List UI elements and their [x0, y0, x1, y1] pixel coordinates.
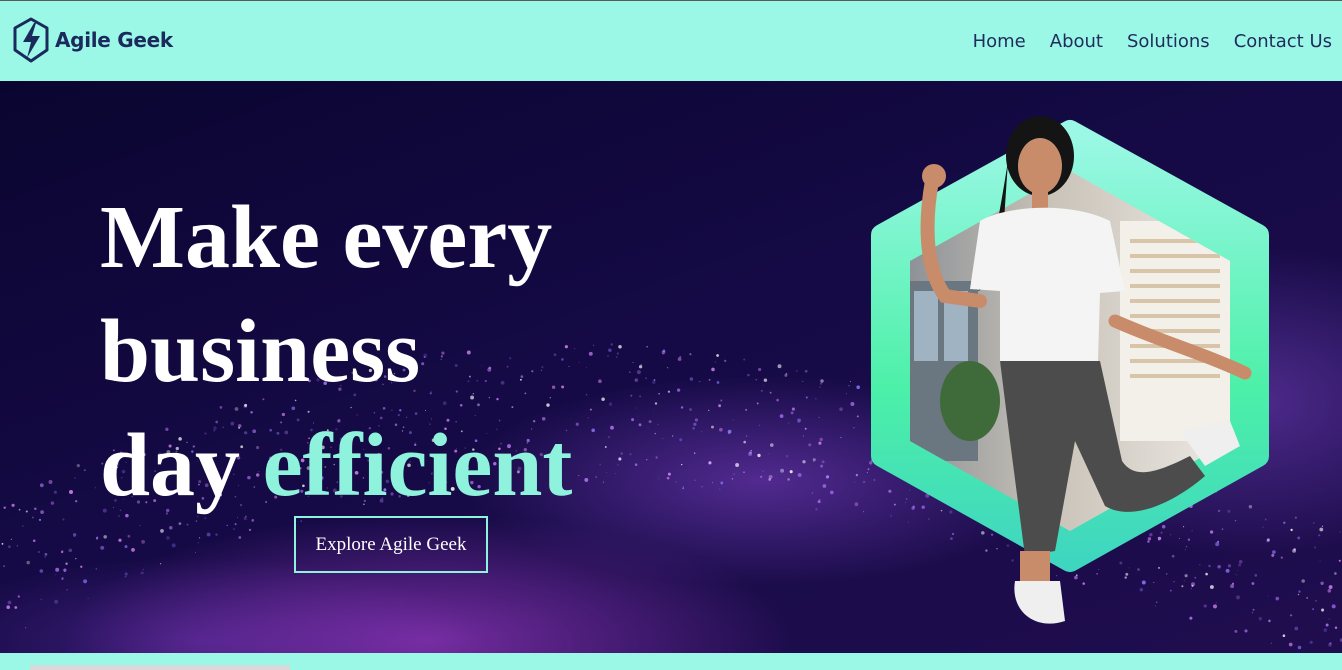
headline-accent-word: efficient — [262, 416, 573, 515]
hero-image — [871, 116, 1269, 624]
headline-line-1: Make every — [100, 188, 553, 287]
nav-about[interactable]: About — [1050, 31, 1103, 52]
nav-contact-us[interactable]: Contact Us — [1234, 31, 1332, 52]
main-nav: Home About Solutions Contact Us — [949, 31, 1332, 52]
hero-section: Make every business day efficient Explor… — [0, 81, 1342, 653]
site-header: Agile Geek Home About Solutions Contact … — [0, 0, 1342, 81]
headline-line-3: day — [100, 416, 241, 515]
nav-solutions[interactable]: Solutions — [1127, 31, 1210, 52]
horizontal-scrollbar[interactable] — [30, 665, 290, 670]
explore-button[interactable]: Explore Agile Geek — [294, 516, 488, 573]
brand-logo[interactable]: Agile Geek — [12, 15, 173, 65]
brand-name: Agile Geek — [55, 28, 173, 52]
hero-headline: Make every business day efficient — [100, 181, 660, 523]
headline-line-2: business — [100, 302, 421, 401]
nav-home[interactable]: Home — [973, 31, 1026, 52]
lightning-shield-icon — [13, 17, 49, 63]
